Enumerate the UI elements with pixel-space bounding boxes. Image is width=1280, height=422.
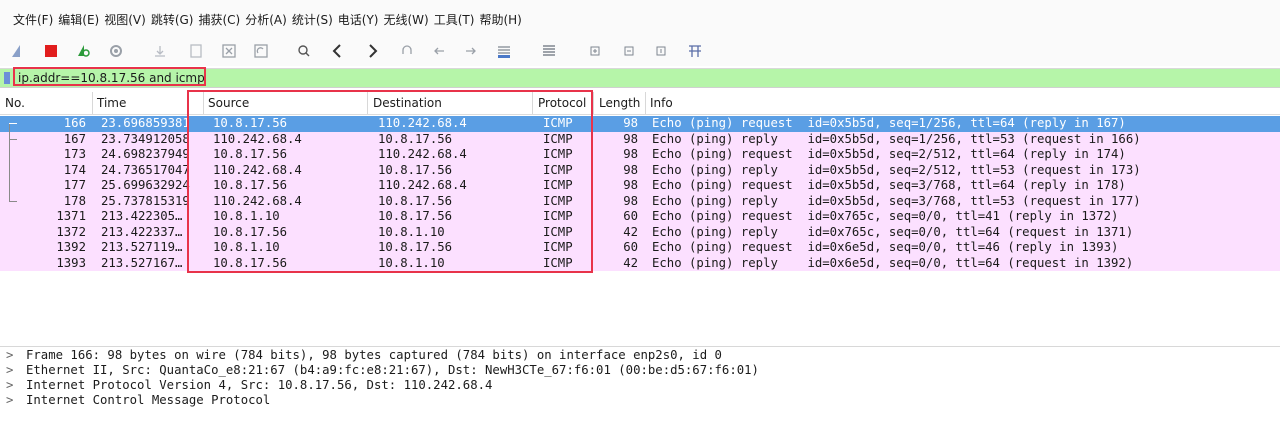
cell-length: 60 xyxy=(623,240,638,254)
chevron-right-icon[interactable]: > xyxy=(6,363,26,378)
restart-icon[interactable] xyxy=(74,42,92,60)
chevron-right-icon[interactable]: > xyxy=(6,393,26,408)
column-header-time[interactable]: Time xyxy=(97,96,126,110)
cell-time: 213.527167… xyxy=(101,255,183,270)
related-packet-arrow-icon xyxy=(9,123,17,124)
cell-info: Echo (ping) request id=0x765c, seq=0/0, … xyxy=(652,209,1119,223)
cell-length: 98 xyxy=(623,178,638,192)
colorize-icon[interactable] xyxy=(540,42,558,60)
find-icon[interactable] xyxy=(295,42,313,60)
column-separator[interactable] xyxy=(92,92,93,114)
save-icon[interactable] xyxy=(187,42,205,60)
main-toolbar xyxy=(0,38,1280,66)
detail-text: Internet Protocol Version 4, Src: 10.8.1… xyxy=(26,378,493,392)
cell-length: 98 xyxy=(623,116,638,130)
bookmark-icon[interactable] xyxy=(4,72,10,84)
detail-text: Ethernet II, Src: QuantaCo_e8:21:67 (b4:… xyxy=(26,363,759,377)
column-separator[interactable] xyxy=(645,92,646,114)
cell-info: Echo (ping) reply id=0x5b5d, seq=1/256, … xyxy=(652,131,1141,146)
menu-edit[interactable]: 编辑(E) xyxy=(58,11,99,28)
cell-length: 98 xyxy=(623,147,638,161)
resize-columns-icon[interactable] xyxy=(686,42,704,60)
cell-no: 1372 xyxy=(56,224,86,239)
cell-length: 98 xyxy=(623,131,638,146)
reload-icon[interactable] xyxy=(252,42,270,60)
zoom-out-icon[interactable] xyxy=(620,42,638,60)
cell-info: Echo (ping) request id=0x5b5d, seq=2/512… xyxy=(652,147,1126,161)
cell-time: 25.699632924 xyxy=(101,178,190,192)
related-packet-tick xyxy=(9,201,17,202)
cell-time: 23.696859381 xyxy=(101,116,190,130)
cell-info: Echo (ping) request id=0x5b5d, seq=3/768… xyxy=(652,178,1126,192)
cell-no: 173 xyxy=(63,147,86,161)
related-packet-tick xyxy=(9,139,17,140)
menu-go[interactable]: 跳转(G) xyxy=(151,11,194,28)
cell-info: Echo (ping) reply id=0x6e5d, seq=0/0, tt… xyxy=(652,255,1134,270)
stop-icon[interactable] xyxy=(42,42,60,60)
cell-info: Echo (ping) reply id=0x765c, seq=0/0, tt… xyxy=(652,224,1134,239)
shark-fin-icon[interactable] xyxy=(9,42,27,60)
menu-telephony[interactable]: 电话(Y) xyxy=(338,11,379,28)
cell-info: Echo (ping) request id=0x6e5d, seq=0/0, … xyxy=(652,240,1119,254)
related-packet-line xyxy=(9,124,10,202)
cell-time: 213.527119… xyxy=(101,240,183,254)
cell-time: 213.422337… xyxy=(101,224,183,239)
cell-length: 60 xyxy=(623,209,638,223)
chevron-right-icon[interactable]: > xyxy=(6,378,26,393)
cell-no: 1393 xyxy=(56,255,86,270)
detail-tree-item[interactable]: > Internet Protocol Version 4, Src: 10.8.… xyxy=(6,378,492,393)
column-header-no[interactable]: No. xyxy=(5,96,25,110)
normal-size-icon[interactable] xyxy=(652,42,670,60)
cell-time: 25.737815319 xyxy=(101,193,190,208)
cell-time: 24.698237949 xyxy=(101,147,190,161)
detail-tree-item[interactable]: > Frame 166: 98 bytes on wire (784 bits),… xyxy=(6,348,722,363)
detail-text: Internet Control Message Protocol xyxy=(26,393,271,407)
packet-details-pane[interactable]: > Frame 166: 98 bytes on wire (784 bits),… xyxy=(0,346,1280,422)
last-icon[interactable] xyxy=(462,42,480,60)
back-icon[interactable] xyxy=(328,42,346,60)
menu-statistics[interactable]: 统计(S) xyxy=(292,11,333,28)
options-gear-icon[interactable] xyxy=(107,42,125,60)
zoom-in-icon[interactable] xyxy=(586,42,604,60)
columns-annotation-box xyxy=(187,90,593,273)
filter-annotation-box xyxy=(13,67,206,86)
forward-icon[interactable] xyxy=(364,42,382,60)
menu-wireless[interactable]: 无线(W) xyxy=(384,11,429,28)
menu-tools[interactable]: 工具(T) xyxy=(434,11,475,28)
cell-no: 177 xyxy=(63,178,86,192)
cell-no: 1392 xyxy=(56,240,86,254)
detail-tree-item[interactable]: > Internet Control Message Protocol xyxy=(6,393,270,408)
cell-no: 174 xyxy=(63,162,86,177)
cell-length: 98 xyxy=(623,162,638,177)
menu-bar: 文件(F) 编辑(E) 视图(V) 跳转(G) 捕获(C) 分析(A) 统计(S… xyxy=(0,0,1280,38)
chevron-right-icon[interactable]: > xyxy=(6,348,26,363)
menu-analyze[interactable]: 分析(A) xyxy=(245,11,287,28)
cell-info: Echo (ping) reply id=0x5b5d, seq=3/768, … xyxy=(652,193,1141,208)
menu-view[interactable]: 视图(V) xyxy=(104,11,146,28)
column-separator[interactable] xyxy=(593,92,594,114)
menu-help[interactable]: 帮助(H) xyxy=(479,11,521,28)
cell-time: 23.734912058 xyxy=(101,131,190,146)
autoscroll-icon[interactable] xyxy=(495,42,513,60)
cell-length: 42 xyxy=(623,224,638,239)
cell-info: Echo (ping) request id=0x5b5d, seq=1/256… xyxy=(652,116,1126,130)
cell-info: Echo (ping) reply id=0x5b5d, seq=2/512, … xyxy=(652,162,1141,177)
cell-length: 98 xyxy=(623,193,638,208)
detail-text: Frame 166: 98 bytes on wire (784 bits), … xyxy=(26,348,722,362)
menu-capture[interactable]: 捕获(C) xyxy=(198,11,240,28)
column-header-length[interactable]: Length xyxy=(599,96,640,110)
menu-file[interactable]: 文件(F) xyxy=(13,11,53,28)
cell-no: 1371 xyxy=(56,209,86,223)
goto-icon[interactable] xyxy=(398,42,416,60)
open-icon[interactable] xyxy=(151,42,169,60)
column-header-info[interactable]: Info xyxy=(650,96,673,110)
detail-tree-item[interactable]: > Ethernet II, Src: QuantaCo_e8:21:67 (b4… xyxy=(6,363,759,378)
close-file-icon[interactable] xyxy=(220,42,238,60)
cell-length: 42 xyxy=(623,255,638,270)
first-icon[interactable] xyxy=(430,42,448,60)
cell-time: 24.736517047 xyxy=(101,162,190,177)
cell-time: 213.422305… xyxy=(101,209,183,223)
